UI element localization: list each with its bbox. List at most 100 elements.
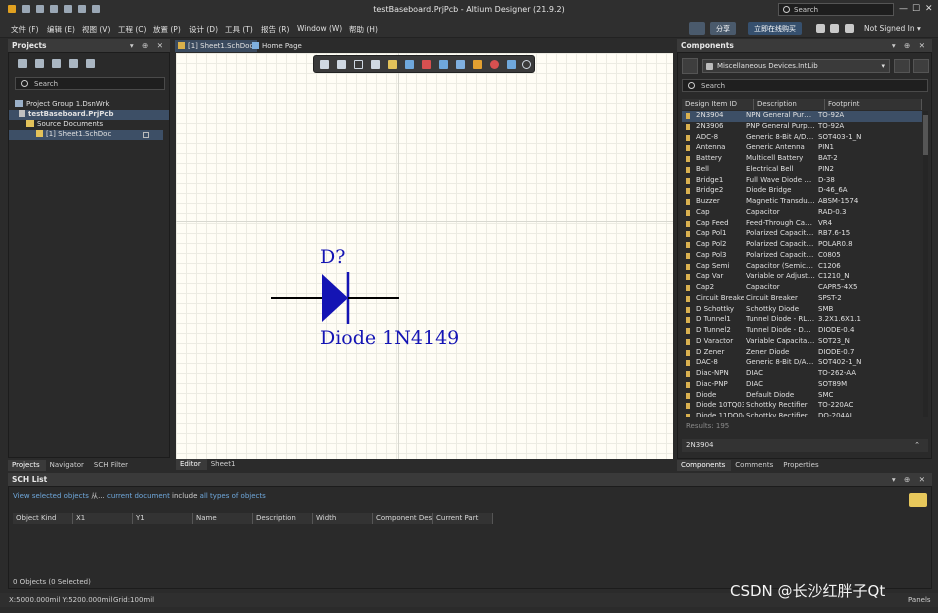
tree-item-project[interactable]: testBaseboard.PrjPcb	[9, 110, 169, 120]
col-width[interactable]: Width	[313, 513, 373, 524]
tree-item-group[interactable]: Project Group 1.DsnWrk	[9, 100, 169, 110]
component-row[interactable]: Bell Electrical Bell PIN2	[682, 165, 922, 176]
place-part-icon[interactable]	[388, 60, 397, 69]
save-icon[interactable]	[18, 59, 27, 68]
col-description[interactable]: Description	[754, 99, 825, 110]
components-search-input[interactable]: Search	[682, 79, 928, 92]
move-icon[interactable]	[337, 60, 346, 69]
component-row[interactable]: Antenna Generic Antenna PIN1	[682, 143, 922, 154]
component-row[interactable]: D Zener Zener Diode DIODE-0.7	[682, 348, 922, 359]
home-icon[interactable]	[816, 24, 825, 33]
diode-symbol[interactable]	[268, 268, 404, 328]
tab-sch-filter[interactable]: SCH Filter	[90, 460, 134, 471]
maximize-button[interactable]: ☐	[912, 4, 920, 14]
filter-icon[interactable]	[682, 58, 698, 74]
share-button[interactable]: 分享	[710, 22, 736, 35]
component-designator[interactable]: D?	[320, 246, 345, 268]
tab-sheet1-schdoc[interactable]: [1] Sheet1.SchDoc	[175, 40, 258, 52]
menu-tools[interactable]: 工具 (T)	[225, 24, 253, 35]
buy-online-button[interactable]: 立即在线购买	[748, 22, 802, 35]
menu-file[interactable]: 文件 (F)	[11, 24, 39, 35]
panels-button[interactable]: Panels	[908, 596, 931, 604]
select-rect-icon[interactable]	[354, 60, 363, 69]
open-folder-icon[interactable]	[52, 59, 61, 68]
menu-edit[interactable]: 编辑 (E)	[47, 24, 75, 35]
tree-item-document[interactable]: [1] Sheet1.SchDoc	[9, 130, 163, 140]
gear-icon[interactable]	[86, 59, 95, 68]
component-row[interactable]: 2N3906 PNP General Purpos... TO-92A	[682, 122, 922, 133]
sheet-symbol-icon[interactable]	[456, 60, 465, 69]
component-row[interactable]: Bridge2 Diode Bridge D-46_6A	[682, 186, 922, 197]
col-current-part[interactable]: Current Part	[433, 513, 493, 524]
panel-controls[interactable]: ▾ ⊕ ✕	[130, 41, 166, 50]
arc-icon[interactable]	[522, 60, 531, 69]
wire-icon[interactable]	[405, 60, 414, 69]
tab-home-page[interactable]: Home Page	[249, 40, 306, 52]
component-row[interactable]: Diac-PNP DIAC SOT89M	[682, 380, 922, 391]
tab-sheet1[interactable]: Sheet1	[207, 459, 242, 470]
layout-toggle-icon[interactable]	[913, 59, 929, 73]
tab-components[interactable]: Components	[677, 460, 732, 471]
components-scrollbar[interactable]	[923, 111, 928, 417]
directive-icon[interactable]	[490, 60, 499, 69]
col-name[interactable]: Name	[193, 513, 253, 524]
menu-help[interactable]: 帮助 (H)	[349, 24, 378, 35]
tree-item-folder[interactable]: Source Documents	[9, 120, 169, 130]
chevron-up-icon[interactable]: ⌃	[914, 441, 920, 449]
component-row[interactable]: D Tunnel1 Tunnel Diode - RLC... 3.2X1.6X1.…	[682, 315, 922, 326]
component-row[interactable]: Diac-NPN DIAC TO-262-AA	[682, 369, 922, 380]
text-icon[interactable]	[507, 60, 516, 69]
tab-properties[interactable]: Properties	[779, 460, 824, 471]
menu-project[interactable]: 工程 (C)	[118, 24, 146, 35]
filter-view-link[interactable]: View	[13, 492, 30, 500]
filter-current-link[interactable]: current document	[107, 492, 170, 500]
gear-icon[interactable]	[830, 24, 839, 33]
component-row[interactable]: Cap Pol3 Polarized Capacitor... C0805	[682, 251, 922, 262]
harness-icon[interactable]	[439, 60, 448, 69]
col-footprint[interactable]: Footprint	[825, 99, 922, 110]
scrollbar-thumb[interactable]	[923, 115, 928, 155]
menu-reports[interactable]: 报告 (R)	[261, 24, 289, 35]
filter-selected-link[interactable]: selected objects	[32, 492, 89, 500]
menu-icon[interactable]	[894, 59, 910, 73]
component-row[interactable]: Bridge1 Full Wave Diode Bri... D-38	[682, 176, 922, 187]
minimize-button[interactable]: —	[899, 4, 908, 14]
col-object-kind[interactable]: Object Kind	[13, 513, 73, 524]
tab-comments[interactable]: Comments	[731, 460, 779, 471]
component-detail-bar[interactable]: 2N3904 ⌃	[682, 439, 928, 452]
filter-all-link[interactable]: all types of objects	[200, 492, 266, 500]
chat-icon[interactable]	[689, 22, 705, 35]
component-row[interactable]: Battery Multicell Battery BAT-2	[682, 154, 922, 165]
component-row[interactable]: Cap Semi Capacitor (Semicon... C1206	[682, 262, 922, 273]
component-row[interactable]: 2N3904 NPN General Purpos...TO-92A	[682, 111, 922, 122]
power-port-icon[interactable]	[422, 60, 431, 69]
sticky-note-icon[interactable]	[909, 493, 927, 507]
copy-icon[interactable]	[35, 59, 44, 68]
project-icon[interactable]	[69, 59, 78, 68]
port-icon[interactable]	[473, 60, 482, 69]
menu-window[interactable]: Window (W)	[297, 24, 342, 33]
component-row[interactable]: Cap Pol1 Polarized Capacitor... RB7.6-15	[682, 229, 922, 240]
col-x1[interactable]: X1	[73, 513, 133, 524]
component-row[interactable]: Diode Default Diode SMC	[682, 391, 922, 402]
global-search-input[interactable]: Search	[778, 3, 894, 16]
component-row[interactable]: Diode 10TQ035Schottky Rectifier TO-220AC	[682, 401, 922, 412]
component-row[interactable]: Cap Pol2 Polarized Capacitor... POLAR0.8	[682, 240, 922, 251]
extensions-icon[interactable]	[845, 24, 854, 33]
component-row[interactable]: Cap Feed Feed-Through Capa... VR4	[682, 219, 922, 230]
account-menu[interactable]: Not Signed In ▾	[864, 24, 921, 33]
component-row[interactable]: ADC-8 Generic 8-Bit A/D Co...SOT403-1_N	[682, 133, 922, 144]
library-select[interactable]: Miscellaneous Devices.IntLib ▾	[702, 59, 890, 73]
menu-design[interactable]: 设计 (D)	[189, 24, 218, 35]
component-row[interactable]: Cap2 Capacitor CAPR5-4X5	[682, 283, 922, 294]
component-row[interactable]: Cap Capacitor RAD-0.3	[682, 208, 922, 219]
component-row[interactable]: D Tunnel2 Tunnel Diode - Dep... DIODE-0.4	[682, 326, 922, 337]
close-button[interactable]: ✕	[925, 4, 933, 14]
component-row[interactable]: D Varactor Variable Capacitanc... SOT23_N	[682, 337, 922, 348]
menu-place[interactable]: 放置 (P)	[153, 24, 181, 35]
tab-projects[interactable]: Projects	[8, 460, 46, 471]
align-icon[interactable]	[371, 60, 380, 69]
col-design-item-id[interactable]: Design Item ID	[682, 99, 754, 110]
panel-controls[interactable]: ▾ ⊕ ✕	[892, 41, 928, 50]
component-comment[interactable]: Diode 1N4149	[320, 327, 459, 349]
